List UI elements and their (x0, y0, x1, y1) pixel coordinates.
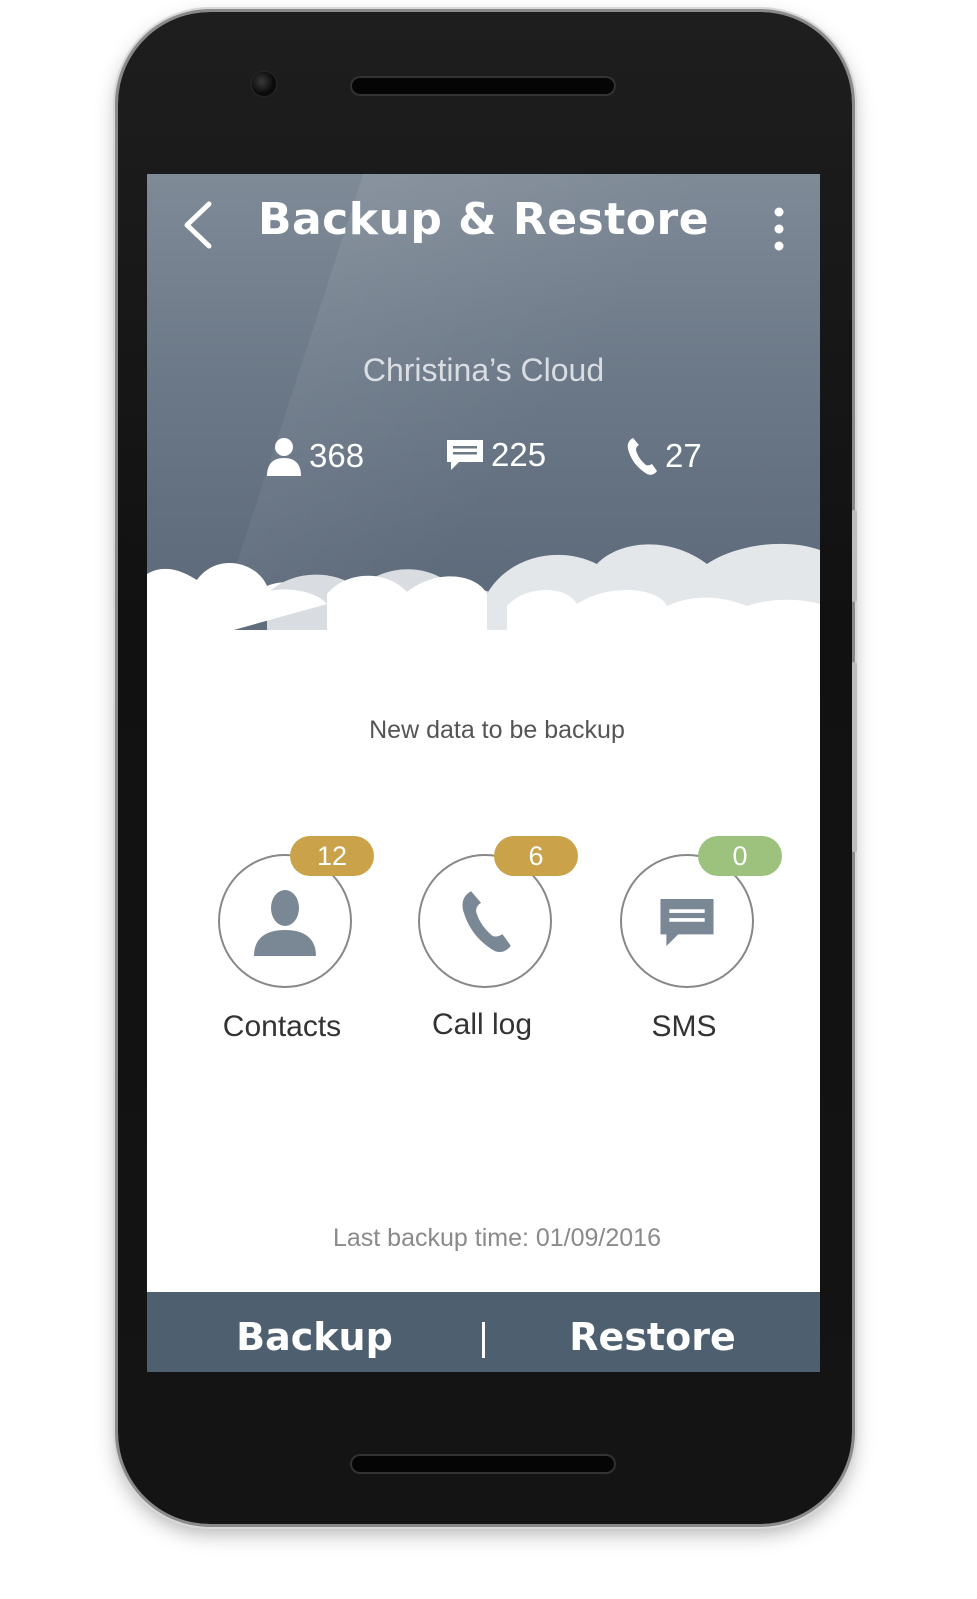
message-icon (447, 440, 483, 470)
backup-button[interactable]: Backup (147, 1292, 482, 1372)
restore-button[interactable]: Restore (485, 1292, 820, 1372)
power-button (852, 662, 857, 852)
stat-messages: 225 (445, 436, 546, 474)
volume-button (852, 510, 857, 602)
app-screen: Backup & Restore Christina’s Cloud 368 2… (147, 174, 820, 1372)
contacts-label: Contacts (222, 1010, 342, 1043)
more-options-icon[interactable] (767, 204, 791, 254)
sms-count-badge: 0 (698, 836, 782, 876)
cloud-decoration (147, 543, 820, 654)
phone-icon (462, 891, 511, 953)
last-backup-time: Last backup time: 01/09/2016 (332, 1224, 661, 1252)
stat-contacts-value: 368 (309, 437, 365, 474)
person-icon (254, 890, 316, 956)
page-title: Backup & Restore (257, 194, 710, 245)
top-speaker (350, 76, 616, 96)
stat-calls: 27 (625, 436, 702, 476)
cloud-stats: 368 225 27 (147, 436, 820, 480)
bottom-action-bar: Backup Restore (147, 1292, 820, 1372)
stat-calls-value: 27 (665, 437, 702, 474)
person-icon (267, 438, 301, 476)
stat-messages-value: 225 (491, 436, 547, 473)
call-log-label: Call log (431, 1008, 533, 1041)
stat-contacts: 368 (265, 436, 364, 476)
phone-icon (627, 438, 657, 475)
cloud-name: Christina’s Cloud (362, 352, 605, 388)
front-camera (252, 72, 276, 96)
new-data-label: New data to be backup (369, 716, 625, 744)
bottom-speaker (350, 1454, 616, 1474)
message-icon (660, 898, 714, 947)
contacts-count-badge: 12 (290, 836, 374, 876)
sms-label: SMS (651, 1010, 717, 1043)
call-log-count-badge: 6 (494, 836, 578, 876)
